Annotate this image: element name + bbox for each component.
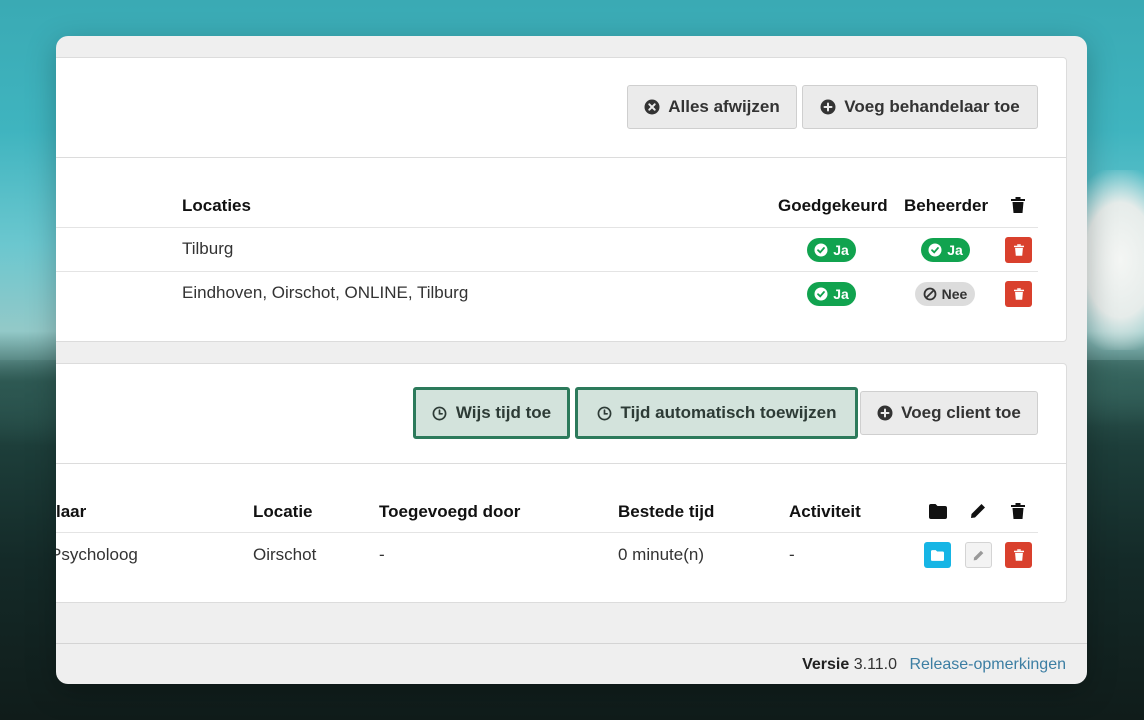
client-row-location: Oirschot [253,545,317,564]
app-window: Alles afwijzen Voeg behandelaar toe Loca… [56,36,1087,684]
column-header-time-spent: Bestede tijd [618,502,715,521]
approved-badge-label: Ja [833,242,849,258]
therapist-row-2-locations: Eindhoven, Oirschot, ONLINE, Tilburg [182,283,469,302]
row-divider [56,227,1038,228]
check-circle-icon [814,243,828,257]
add-therapist-button[interactable]: Voeg behandelaar toe [802,85,1038,129]
trash-icon [1013,244,1024,256]
trash-icon [1013,549,1024,561]
delete-therapist-button[interactable] [1005,281,1032,307]
add-client-button[interactable]: Voeg client toe [860,391,1038,435]
version-label: Versie [802,656,850,673]
ban-icon [923,287,937,301]
column-header-activity: Activiteit [789,502,861,521]
auto-assign-time-button[interactable]: Tijd automatisch toewijzen [575,387,858,439]
column-header-admin: Beheerder [904,196,989,215]
version-info: Versie 3.11.0 Release-opmerkingen [802,656,1066,674]
column-header-location: Locatie [253,502,313,521]
column-header-therapist: laar [56,502,87,521]
folder-icon [931,549,944,561]
open-client-folder-button[interactable] [924,542,951,568]
trash-icon [1011,197,1025,213]
delete-client-button[interactable] [1005,542,1032,568]
therapists-panel: Alles afwijzen Voeg behandelaar toe Loca… [56,57,1067,342]
check-circle-icon [814,287,828,301]
clock-icon [432,405,448,421]
client-row-added-by: - [379,545,385,564]
row-divider [56,271,1038,272]
therapist-row-1-locations: Tilburg [182,239,234,258]
clock-icon [597,405,613,421]
folder-icon [929,503,947,519]
plus-circle-icon [877,405,893,421]
trash-icon [1013,288,1024,300]
delete-therapist-button[interactable] [1005,237,1032,263]
version-number: 3.11.0 [853,656,898,673]
trash-icon [1011,503,1025,519]
approved-badge-label: Ja [833,286,849,302]
add-client-label: Voeg client toe [901,403,1021,422]
clients-panel: Wijs tijd toe Tijd automatisch toewijzen… [56,363,1067,603]
check-circle-icon [928,243,942,257]
times-circle-icon [644,99,660,115]
admin-badge-label: Nee [941,286,968,302]
therapists-panel-header: Alles afwijzen Voeg behandelaar toe [56,58,1066,158]
pencil-icon [973,550,984,560]
column-header-approved: Goedgekeurd [778,196,888,215]
client-row-activity: - [789,545,795,564]
plus-circle-icon [820,99,836,115]
edit-client-button[interactable] [965,542,992,568]
client-row-therapist: Psycholoog [56,545,138,564]
approved-badge: Ja [807,282,856,306]
assign-time-button[interactable]: Wijs tijd toe [413,387,570,439]
admin-badge-label: Ja [947,242,963,258]
reject-all-label: Alles afwijzen [668,97,780,116]
auto-assign-time-label: Tijd automatisch toewijzen [620,403,837,422]
footer: Versie 3.11.0 Release-opmerkingen [56,643,1087,684]
admin-badge: Nee [915,282,975,306]
client-row-time-spent: 0 minute(n) [618,545,704,564]
reject-all-button[interactable]: Alles afwijzen [627,85,797,129]
column-header-added-by: Toegevoegd door [379,502,521,521]
release-notes-link[interactable]: Release-opmerkingen [909,656,1066,673]
column-header-locations: Locaties [182,196,251,215]
clients-panel-header: Wijs tijd toe Tijd automatisch toewijzen… [56,364,1066,464]
approved-badge: Ja [807,238,856,262]
admin-badge: Ja [921,238,970,262]
assign-time-label: Wijs tijd toe [455,403,552,422]
add-therapist-label: Voeg behandelaar toe [844,97,1020,116]
pencil-icon [970,503,986,519]
row-divider [56,532,1038,533]
